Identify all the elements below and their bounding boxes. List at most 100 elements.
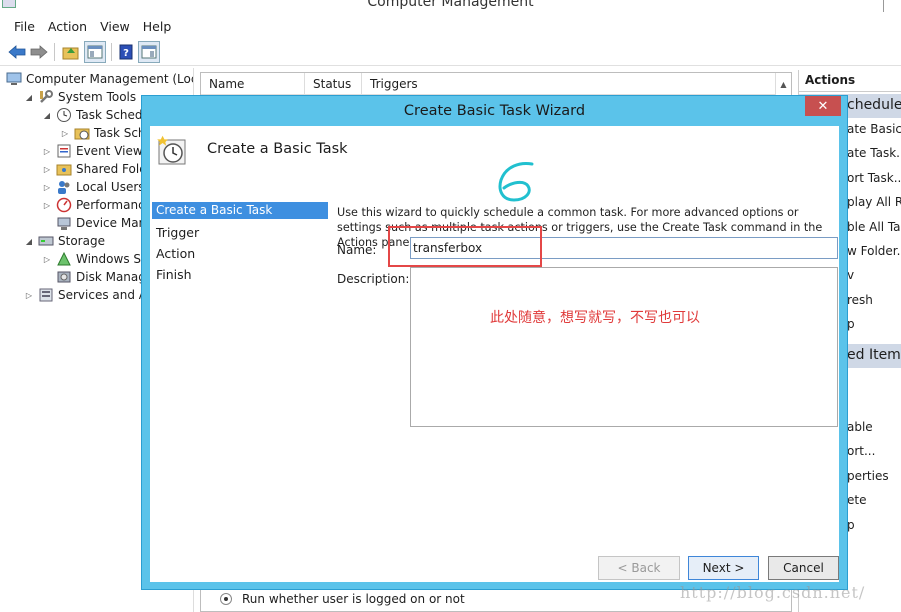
watermark: http://blog.csdn.net/: [680, 583, 866, 602]
tree-item-label: Computer Management (Local: [26, 72, 194, 86]
expand-toggle-icon[interactable]: ▷: [42, 183, 52, 192]
clock-icon: [56, 107, 72, 123]
back-button[interactable]: [8, 41, 26, 63]
menu-file[interactable]: File: [0, 16, 42, 38]
action-item[interactable]: ate Basic: [847, 122, 901, 136]
actions-header: Actions: [799, 70, 901, 92]
action-item[interactable]: resh: [847, 293, 901, 307]
toolbar-separator: [54, 43, 55, 61]
run-whether-logged-on-option[interactable]: Run whether user is logged on or not: [220, 592, 465, 606]
window-title: Computer Management: [367, 0, 534, 10]
action-item[interactable]: p: [847, 317, 901, 331]
toolbar: ?: [0, 38, 901, 66]
action-item[interactable]: ete: [847, 493, 901, 507]
expand-toggle-icon[interactable]: ▷: [24, 291, 34, 300]
close-button[interactable]: ✕: [805, 96, 841, 116]
tree-item[interactable]: ▷ Performance: [42, 196, 152, 214]
column-name[interactable]: Name: [201, 73, 305, 94]
tree-item-label: Storage: [58, 234, 105, 248]
menu-view[interactable]: View: [94, 16, 137, 38]
menu-help[interactable]: Help: [137, 16, 179, 38]
expand-toggle-icon[interactable]: ▷: [42, 147, 52, 156]
name-label: Name:: [337, 243, 377, 257]
expand-toggle-icon[interactable]: ▷: [42, 165, 52, 174]
forward-arrow-icon: [30, 45, 48, 59]
storage-icon: [38, 233, 54, 249]
action-item[interactable]: play All Ru: [847, 195, 901, 209]
svg-text:?: ?: [123, 48, 129, 59]
action-item[interactable]: ate Task...: [847, 146, 901, 160]
up-folder-button[interactable]: [62, 41, 80, 63]
disk-icon: [56, 269, 72, 285]
action-item[interactable]: v: [847, 268, 901, 282]
list-column-headers: Name Status Triggers: [201, 73, 776, 95]
column-triggers[interactable]: Triggers: [362, 73, 776, 94]
expand-toggle-icon[interactable]: ◢: [24, 237, 34, 246]
expand-toggle-icon[interactable]: ▷: [60, 129, 70, 138]
description-label: Description:: [337, 272, 410, 286]
step-finish[interactable]: Finish: [152, 265, 328, 286]
radio-button[interactable]: [220, 593, 232, 605]
column-status[interactable]: Status: [305, 73, 362, 94]
show-hide-action-pane-button[interactable]: [138, 41, 160, 63]
action-item[interactable]: perties: [847, 469, 901, 483]
step-create-basic-task[interactable]: Create a Basic Task: [152, 202, 328, 219]
radio-label: Run whether user is logged on or not: [242, 592, 465, 606]
performance-icon: [56, 197, 72, 213]
scroll-up-button[interactable]: ▲: [775, 73, 791, 95]
annotation-number-six: [498, 162, 534, 202]
action-item[interactable]: w Folder...: [847, 244, 901, 258]
window-control-button[interactable]: [883, 0, 901, 12]
shared-folder-icon: [56, 161, 72, 177]
event-viewer-icon: [56, 143, 72, 159]
wizard-page-title: Create a Basic Task: [207, 141, 348, 157]
wizard-steps: Create a Basic Task Trigger Action Finis…: [152, 202, 328, 286]
folder-up-icon: [62, 47, 79, 60]
help-book-icon: ?: [119, 44, 133, 60]
description-textarea[interactable]: [410, 267, 838, 427]
forward-button[interactable]: [30, 41, 48, 63]
close-icon: ✕: [817, 98, 829, 114]
tree-item[interactable]: ▷ Task Sche: [60, 124, 153, 142]
action-item[interactable]: able: [847, 420, 901, 434]
back-button-wizard[interactable]: < Back: [598, 556, 680, 580]
dialog-title: Create Basic Task Wizard: [403, 103, 586, 119]
action-item[interactable]: ort...: [847, 444, 901, 458]
tree-item-label: System Tools: [58, 90, 137, 104]
action-item[interactable]: ble All Ta: [847, 220, 901, 234]
action-item[interactable]: p: [847, 518, 901, 532]
tree-item[interactable]: ◢ Storage: [24, 232, 105, 250]
tree-item[interactable]: ◢ System Tools: [24, 88, 136, 106]
tree-item[interactable]: Computer Management (Local: [6, 70, 194, 88]
computer-management-window: Computer Management File Action View Hel…: [0, 0, 901, 612]
expand-toggle-icon[interactable]: ◢: [24, 93, 34, 102]
action-item[interactable]: ort Task...: [847, 171, 901, 185]
action-pane-icon: [141, 45, 157, 59]
computer-icon: [6, 71, 22, 87]
backup-icon: [56, 251, 72, 267]
toolbar-separator: [111, 43, 112, 61]
services-icon: [38, 287, 54, 303]
back-arrow-icon: [8, 45, 26, 59]
expand-toggle-icon[interactable]: ◢: [42, 111, 52, 120]
users-icon: [56, 179, 72, 195]
console-tree-icon: [87, 45, 103, 59]
step-action[interactable]: Action: [152, 244, 328, 265]
folder-clock-icon: [74, 125, 90, 141]
menu-bar: File Action View Help: [0, 16, 901, 38]
device-manager-icon: [56, 215, 72, 231]
annotation-highlight-box: [388, 226, 542, 267]
show-hide-tree-button[interactable]: [84, 41, 106, 63]
tools-icon: [38, 89, 54, 105]
tree-item[interactable]: ▷ Event Viewer: [42, 142, 155, 160]
step-trigger[interactable]: Trigger: [152, 223, 328, 244]
next-button[interactable]: Next >: [688, 556, 759, 580]
expand-toggle-icon[interactable]: ▷: [42, 201, 52, 210]
cancel-button[interactable]: Cancel: [768, 556, 839, 580]
help-button[interactable]: ?: [117, 41, 135, 63]
menu-action[interactable]: Action: [42, 16, 94, 38]
task-clock-icon: [157, 135, 186, 165]
title-bar: Computer Management: [0, 0, 901, 12]
annotation-note: 此处随意，想写就写，不写也可以: [490, 310, 700, 326]
expand-toggle-icon[interactable]: ▷: [42, 255, 52, 264]
